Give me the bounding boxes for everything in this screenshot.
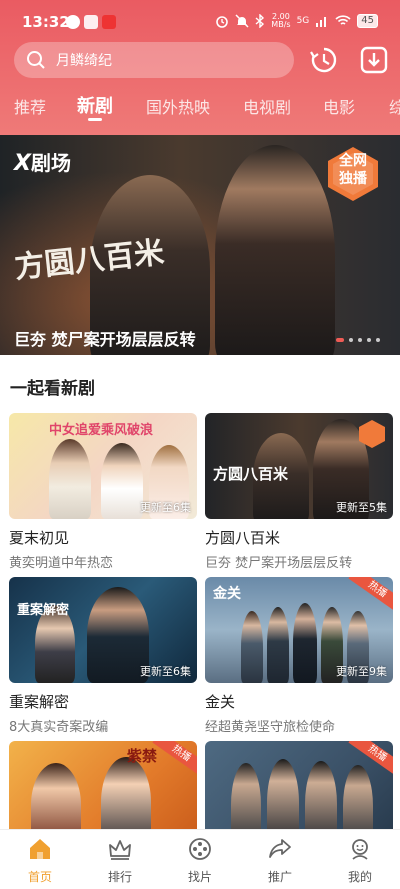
drama-card[interactable]: 重案解密 更新至6集 重案解密 8大真实奇案改编 bbox=[9, 577, 197, 735]
thumbnail-figure bbox=[267, 607, 289, 683]
banner-dot bbox=[349, 338, 353, 342]
episode-update: 更新至6集 bbox=[140, 501, 191, 514]
nav-ranking-label: 排行 bbox=[107, 870, 132, 884]
bluetooth-icon bbox=[255, 14, 265, 28]
drama-card[interactable]: 方圆八百米 更新至5集 方圆八百米 巨夯 焚尸案开场层层反转 bbox=[205, 413, 393, 571]
signal-icon bbox=[316, 17, 327, 27]
nav-mine[interactable]: 我的 bbox=[330, 836, 390, 885]
network-speed-unit: MB/s bbox=[271, 20, 291, 29]
wifi-icon bbox=[335, 15, 351, 25]
drama-description: 黄奕明道中年热恋 bbox=[9, 556, 114, 571]
thumbnail-title-art: 重案解密 bbox=[17, 603, 70, 618]
crown-icon bbox=[109, 840, 131, 860]
banner-dot bbox=[367, 338, 371, 342]
drama-thumbnail: 重案解密 更新至6集 bbox=[9, 577, 197, 683]
banner-dot-active bbox=[336, 338, 344, 342]
episode-update: 更新至9集 bbox=[336, 665, 387, 678]
film-reel-icon bbox=[189, 838, 211, 860]
network-speed: 2.00 MB/s bbox=[271, 13, 290, 29]
status-time: 13:32 bbox=[22, 13, 70, 31]
banner-figure-right bbox=[215, 145, 335, 355]
exclusive-badge-line1: 全网 bbox=[339, 153, 367, 169]
profile-icon bbox=[352, 839, 368, 860]
drama-card[interactable]: 中女追爱乘风破浪 更新至6集 夏末初见 黄奕明道中年热恋 bbox=[9, 413, 197, 571]
banner-pagination bbox=[336, 338, 380, 342]
nav-home-label: 首页 bbox=[27, 870, 52, 884]
thumbnail-figure bbox=[293, 603, 317, 683]
drama-thumbnail: 中女追爱乘风破浪 更新至6集 bbox=[9, 413, 197, 519]
battery-indicator: 45 bbox=[357, 14, 378, 28]
status-right: 2.00 MB/s 5G 45 bbox=[215, 13, 378, 29]
drama-title: 夏末初见 bbox=[9, 529, 70, 547]
thumbnail-title-art: 紫禁 bbox=[127, 747, 158, 765]
drama-description: 巨夯 焚尸案开场层层反转 bbox=[205, 556, 353, 571]
chat-app-icon bbox=[84, 15, 98, 29]
banner-dot bbox=[358, 338, 362, 342]
drama-description: 经超黄尧坚守旅检使命 bbox=[205, 720, 336, 735]
notification-icons bbox=[66, 15, 116, 29]
episode-update: 更新至6集 bbox=[140, 665, 191, 678]
drama-card[interactable]: 金关 热播 更新至9集 金关 经超黄尧坚守旅检使命 bbox=[205, 577, 393, 735]
tab-recommend[interactable]: 推荐 bbox=[14, 94, 46, 118]
nav-ranking[interactable]: 排行 bbox=[90, 836, 150, 885]
thumbnail-figure bbox=[101, 443, 143, 519]
drama-thumbnail: 方圆八百米 更新至5集 bbox=[205, 413, 393, 519]
mute-icon bbox=[235, 14, 249, 28]
video-app-icon bbox=[102, 15, 116, 29]
download-icon[interactable] bbox=[358, 44, 390, 76]
drama-title: 金关 bbox=[205, 693, 236, 711]
tab-movies[interactable]: 电影 bbox=[323, 94, 355, 118]
tab-active-indicator bbox=[88, 118, 102, 121]
thumbnail-title-art: 方圆八百米 bbox=[213, 465, 289, 483]
search-placeholder: 月鳞绮纪 bbox=[56, 53, 112, 69]
drama-title: 方圆八百米 bbox=[205, 529, 281, 547]
nav-promote-label: 推广 bbox=[267, 870, 292, 884]
tab-tv-series[interactable]: 电视剧 bbox=[243, 94, 291, 118]
alarm-icon bbox=[216, 16, 229, 28]
thumbnail-title-art: 中女追爱乘风破浪 bbox=[49, 423, 154, 438]
thumbnail-figure bbox=[241, 611, 263, 683]
history-icon[interactable] bbox=[308, 44, 340, 76]
tab-foreign-hits[interactable]: 国外热映 bbox=[146, 94, 210, 118]
home-icon bbox=[30, 839, 50, 859]
share-icon bbox=[269, 839, 291, 858]
exclusive-badge-icon bbox=[359, 420, 385, 448]
status-bar: 13:32 2.00 MB/s 5G 45 bbox=[0, 0, 400, 40]
thumbnail-title-art: 金关 bbox=[213, 586, 241, 602]
tab-new-drama[interactable]: 新剧 bbox=[77, 92, 113, 118]
nav-promote[interactable]: 推广 bbox=[250, 836, 310, 885]
section-title: 一起看新剧 bbox=[10, 379, 95, 399]
episode-update: 更新至5集 bbox=[336, 501, 387, 514]
banner-dot bbox=[376, 338, 380, 342]
exclusive-badge-line2: 独播 bbox=[339, 171, 367, 187]
banner-caption: 巨夯 焚尸案开场层层反转 bbox=[14, 330, 196, 349]
tab-variety[interactable]: 综 bbox=[389, 94, 400, 118]
thumbnail-figure bbox=[49, 439, 91, 519]
nav-find-films-label: 找片 bbox=[187, 870, 212, 884]
drama-description: 8大真实奇案改编 bbox=[9, 720, 109, 735]
banner-logo: X剧场 bbox=[14, 147, 71, 176]
nav-find-films[interactable]: 找片 bbox=[170, 836, 230, 885]
drama-thumbnail: 金关 热播 更新至9集 bbox=[205, 577, 393, 683]
drama-title: 重案解密 bbox=[9, 693, 70, 711]
nav-mine-label: 我的 bbox=[347, 870, 372, 884]
category-tabs: 推荐 新剧 国外热映 电视剧 电影 综 bbox=[0, 90, 400, 130]
nav-home[interactable]: 首页 bbox=[10, 836, 70, 885]
exclusive-badge-text: 全网 独播 bbox=[328, 152, 378, 188]
hero-banner[interactable]: X剧场 全网 独播 方圆八百米 巨夯 焚尸案开场层层反转 bbox=[0, 135, 400, 355]
banner-logo-text: 剧场 bbox=[30, 151, 71, 175]
signal-label: 5G bbox=[296, 16, 310, 26]
bottom-navigation: 首页 排行 找片 推广 我的 bbox=[0, 829, 400, 889]
search-box[interactable]: 月鳞绮纪 bbox=[14, 42, 294, 78]
netease-music-icon bbox=[66, 15, 80, 29]
banner-logo-mark: X bbox=[14, 151, 31, 176]
search-icon bbox=[27, 51, 45, 69]
